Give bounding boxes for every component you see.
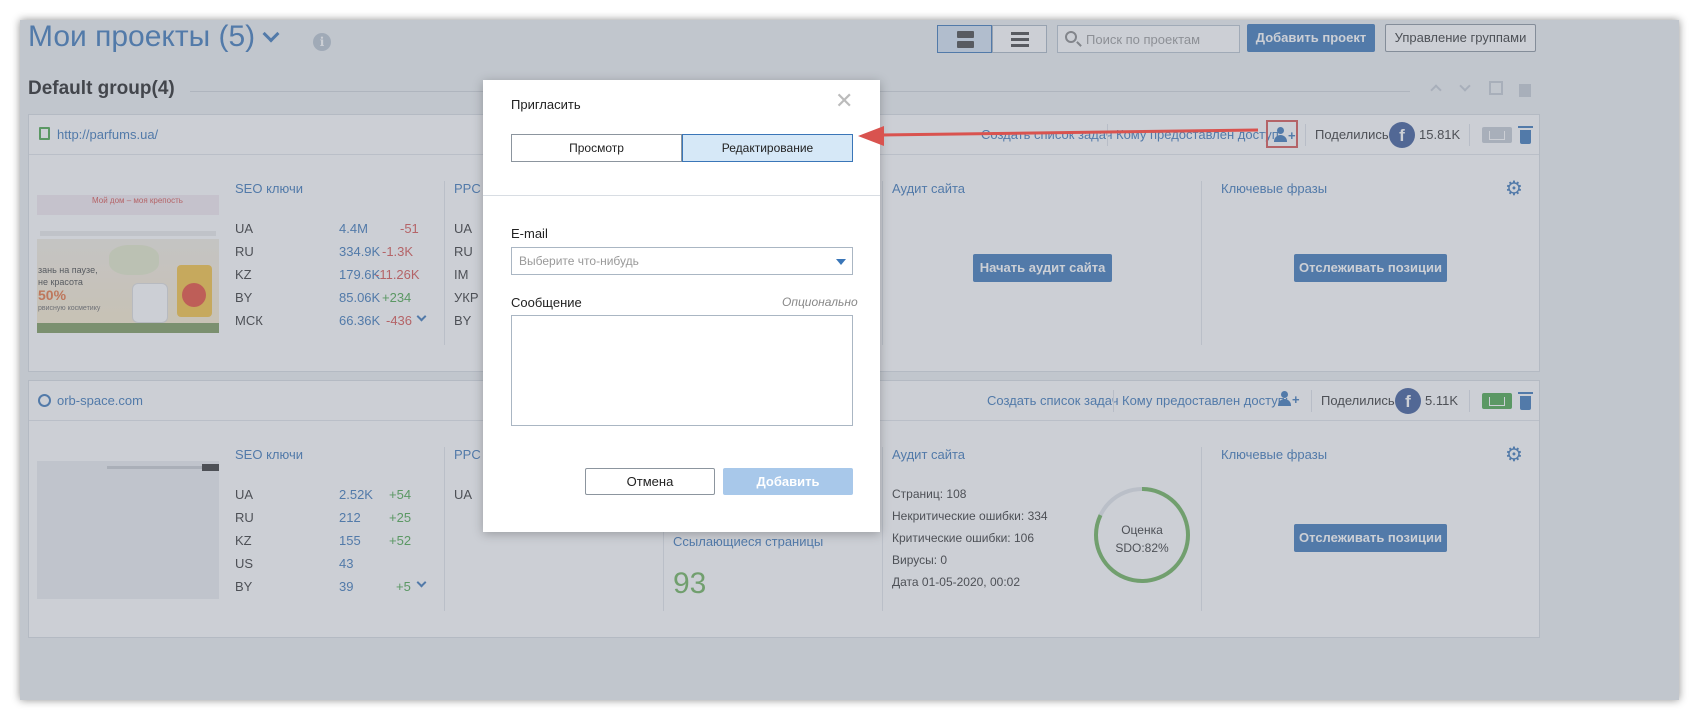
caret-down-icon[interactable] <box>836 259 846 265</box>
email-placeholder: Выберите что-нибудь <box>519 254 639 268</box>
cancel-button[interactable]: Отмена <box>585 468 715 495</box>
email-label: E-mail <box>511 226 548 241</box>
invite-modal: Пригласить ✕ Просмотр Редактирование E-m… <box>483 80 880 532</box>
add-button[interactable]: Добавить <box>723 468 853 495</box>
modal-divider <box>483 195 880 196</box>
modal-title: Пригласить <box>511 97 581 112</box>
email-field[interactable]: Выберите что-нибудь <box>511 247 853 275</box>
tab-edit[interactable]: Редактирование <box>682 134 853 162</box>
message-textarea[interactable] <box>511 315 853 426</box>
optional-hint: Опционально <box>782 295 858 309</box>
tab-view[interactable]: Просмотр <box>511 134 682 162</box>
close-icon[interactable]: ✕ <box>835 90 853 112</box>
app-frame: Мои проекты (5) i Поиск по проектам Доба… <box>20 20 1679 700</box>
message-label: Сообщение <box>511 295 582 310</box>
